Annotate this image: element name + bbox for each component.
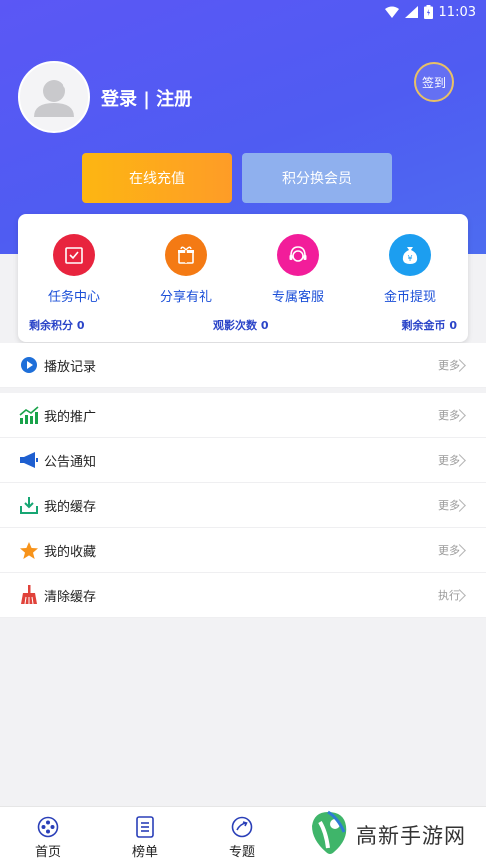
feature-label: 分享有礼 [159,290,212,305]
tab-label: 专题 [228,845,255,860]
avatar[interactable] [18,61,90,133]
download-icon [18,494,40,516]
feature-label: 专属客服 [271,290,324,305]
play-icon [18,354,40,376]
list-item-label: 我的收藏 [44,544,97,560]
tab-label: 榜单 [131,845,158,860]
status-bar: 11:03 [0,0,486,24]
coins-remaining: 剩余金币 0 [401,319,457,332]
list-item-favorites[interactable]: 我的收藏 更多 [0,528,486,573]
chart-icon [18,404,40,426]
task-icon [53,234,95,276]
points-remaining: 剩余积分 0 [29,319,85,332]
list-icon [133,815,157,839]
home-film-icon [36,815,60,839]
list-item-label: 清除缓存 [44,589,97,605]
battery-icon [423,5,433,19]
list-item-play-history[interactable]: 播放记录 更多 [0,343,486,388]
topic-icon [230,815,254,839]
status-time: 11:03 [438,4,476,20]
wifi-icon [384,6,399,18]
feature-label: 任务中心 [47,290,100,305]
tab-home[interactable]: 首页 [18,815,78,860]
login-register-link[interactable]: 登录 | 注册 [101,85,192,111]
feature-customer-service[interactable]: 专属客服 [253,234,343,305]
watermark-text: 高新手游网 [356,824,466,848]
list-item-label: 我的推广 [44,409,97,425]
view-count: 观影次数 0 [213,319,269,332]
watermark-logo-icon [304,808,352,862]
feature-task-center[interactable]: 任务中心 [29,234,119,305]
feature-share-gift[interactable]: 分享有礼 [141,234,231,305]
tab-topics[interactable]: 专题 [212,815,272,860]
signal-icon [404,6,418,18]
list-item-clear-cache[interactable]: 清除缓存 执行 [0,573,486,618]
list-item-label: 公告通知 [44,454,97,470]
list-item-promotion[interactable]: 我的推广 更多 [0,393,486,438]
megaphone-icon [18,449,40,471]
gift-icon [165,234,207,276]
tab-label: 首页 [34,845,61,860]
signin-button[interactable]: 签到 [414,62,454,102]
list-item-announcement[interactable]: 公告通知 更多 [0,438,486,483]
money-bag-icon: ¥ [389,234,431,276]
watermark: 高新手游网 [304,808,486,862]
feature-coin-withdraw[interactable]: ¥ 金币提现 [365,234,455,305]
svg-text:¥: ¥ [407,254,412,263]
list-item-label: 播放记录 [44,359,97,375]
feature-label: 金币提现 [383,290,436,305]
list-item-label: 我的缓存 [44,499,97,515]
star-icon [18,539,40,561]
default-avatar-icon [34,80,74,117]
list-item-downloads[interactable]: 我的缓存 更多 [0,483,486,528]
exchange-membership-button[interactable]: 积分换会员 [242,153,392,203]
recharge-button[interactable]: 在线充值 [82,153,232,203]
feature-card: 任务中心 分享有礼 专属客服 ¥ 金币提现 剩余积分 0 观影次数 0 剩余金币… [18,214,468,342]
tab-ranking[interactable]: 榜单 [115,815,175,860]
broom-icon [18,584,40,606]
service-icon [277,234,319,276]
menu-list: 播放记录 更多 我的推广 更多 公告通知 更多 我的缓存 更多 我的收藏 更多 [0,343,486,618]
